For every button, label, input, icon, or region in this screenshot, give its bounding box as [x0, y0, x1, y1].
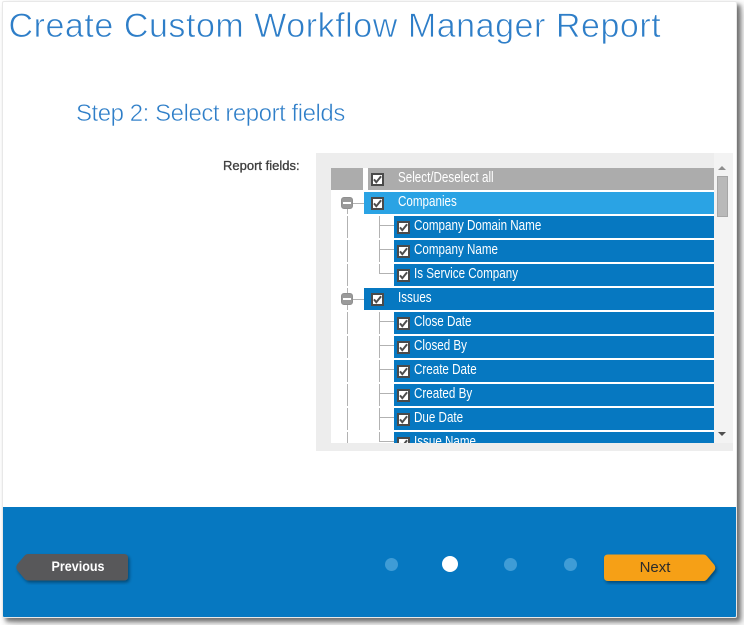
svg-text:Previous: Previous: [52, 559, 105, 574]
svg-text:Next: Next: [640, 559, 672, 576]
